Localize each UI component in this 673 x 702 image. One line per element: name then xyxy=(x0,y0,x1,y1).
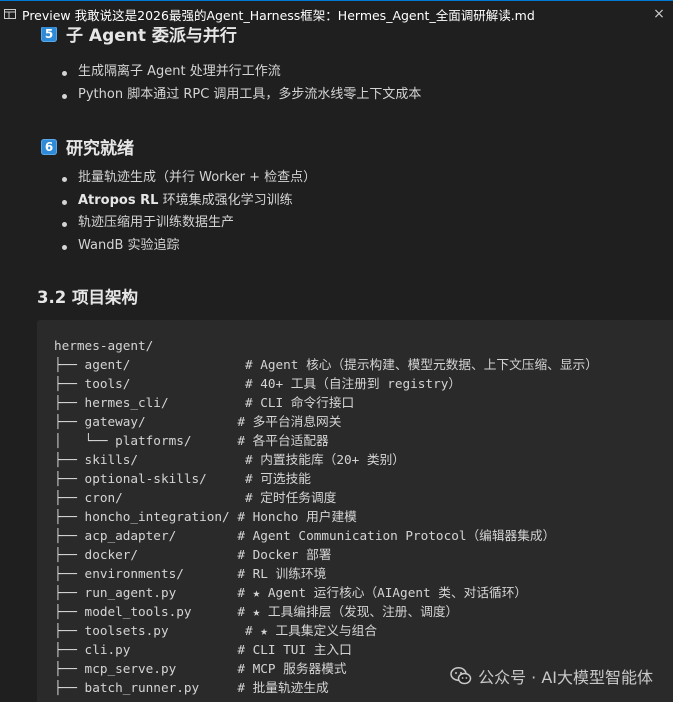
code-line: ├── docker/ # Docker 部署 xyxy=(54,547,332,562)
preview-tab[interactable]: Preview 我敢说这是2026最强的Agent_Harness框架：Herm… xyxy=(0,0,673,27)
code-line: ├── hermes_cli/ # CLI 命令行接口 xyxy=(54,395,355,410)
section-heading-6: 6 研究就绪 xyxy=(41,134,134,159)
code-line: ├── acp_adapter/ # Agent Communication P… xyxy=(54,528,556,543)
editor-tab-bar: Preview 我敢说这是2026最强的Agent_Harness框架：Herm… xyxy=(0,0,673,27)
code-block: hermes-agent/ ├── agent/ # Agent 核心（提示构建… xyxy=(37,320,673,702)
code-line: ├── toolsets.py # ★ 工具集定义与组合 xyxy=(54,623,378,638)
code-lines: hermes-agent/ ├── agent/ # Agent 核心（提示构建… xyxy=(54,336,598,697)
code-line: ├── optional-skills/ # 可选技能 xyxy=(54,471,311,486)
subsection-heading: 3.2 项目架构 xyxy=(37,288,138,307)
list-item: WandB 实验追踪 xyxy=(59,235,316,258)
list-item: 生成隔离子 Agent 处理并行工作流 xyxy=(59,61,421,84)
section-title: 子 Agent 委派与并行 xyxy=(66,27,237,46)
code-line: │ └── platforms/ # 各平台适配器 xyxy=(54,433,329,448)
list-item: Python 脚本通过 RPC 调用工具，多步流水线零上下文成本 xyxy=(59,84,421,107)
watermark: 公众号 · AI大模型智能体 xyxy=(450,664,653,688)
keycap-6-icon: 6 xyxy=(41,138,57,155)
code-line: ├── gateway/ # 多平台消息网关 xyxy=(54,414,342,429)
code-line: ├── environments/ # RL 训练环境 xyxy=(54,566,327,581)
wechat-icon xyxy=(450,667,472,685)
code-line: ├── honcho_integration/ # Honcho 用户建模 xyxy=(54,509,357,524)
list-item: 批量轨迹生成（并行 Worker + 检查点） xyxy=(59,167,316,190)
code-line: ├── model_tools.py # ★ 工具编排层（发现、注册、调度） xyxy=(54,604,459,619)
markdown-preview: 5 子 Agent 委派与并行 生成隔离子 Agent 处理并行工作流 Pyth… xyxy=(0,27,673,702)
code-line: ├── tools/ # 40+ 工具（自注册到 registry） xyxy=(54,376,462,391)
section-5-list: 生成隔离子 Agent 处理并行工作流 Python 脚本通过 RPC 调用工具… xyxy=(59,61,421,106)
code-line: ├── run_agent.py # ★ Agent 运行核心（AIAgent … xyxy=(54,585,528,600)
code-line: ├── skills/ # 内置技能库（20+ 类别） xyxy=(54,452,405,467)
code-line: hermes-agent/ xyxy=(54,338,154,353)
watermark-text: 公众号 · AI大模型智能体 xyxy=(478,668,653,687)
code-line: ├── cli.py # CLI TUI 主入口 xyxy=(54,642,352,657)
bold-text: Atropos RL xyxy=(78,192,159,208)
list-item: Atropos RL 环境集成强化学习训练 xyxy=(59,190,316,213)
code-line: ├── cron/ # 定时任务调度 xyxy=(54,490,337,505)
list-item: 轨迹压缩用于训练数据生产 xyxy=(59,212,316,235)
close-icon[interactable]: × xyxy=(651,6,667,22)
code-line: ├── agent/ # Agent 核心（提示构建、模型元数据、上下文压缩、显… xyxy=(54,357,598,372)
section-heading-5: 5 子 Agent 委派与并行 xyxy=(41,27,237,46)
section-title: 研究就绪 xyxy=(66,139,134,159)
tab-title: Preview 我敢说这是2026最强的Agent_Harness框架：Herm… xyxy=(22,7,535,23)
list-item-text: 环境集成强化学习训练 xyxy=(162,192,293,208)
preview-icon xyxy=(4,9,16,19)
keycap-5-icon: 5 xyxy=(41,27,57,42)
section-6-list: 批量轨迹生成（并行 Worker + 检查点） Atropos RL 环境集成强… xyxy=(59,167,316,258)
